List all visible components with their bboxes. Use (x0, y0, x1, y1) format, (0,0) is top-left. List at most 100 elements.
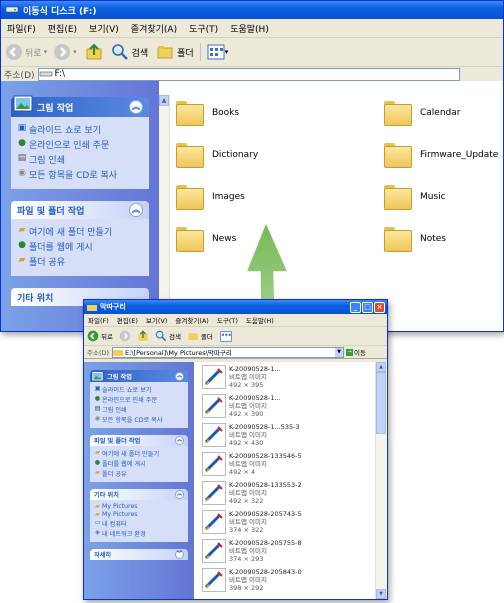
file-tasks-panel: 파일 및 폴더 작업 ︽ ▰ 여기에 새 폴더 만들기 ● 폴더를 웹에 게시 ▰ 폴… (90, 435, 188, 482)
file-item[interactable]: K-20090528-133553-2 비트맵 이미지 492 × 322 (202, 481, 302, 505)
globe-icon: ● (18, 240, 26, 250)
task-copy-to-cd[interactable]: ◉ 모든 항목을 CD로 복사 (93, 415, 185, 424)
scroll-up-button[interactable]: ▲ (159, 95, 169, 106)
menu-file[interactable]: 파일(F) (84, 315, 113, 325)
folder-item[interactable]: Books (176, 100, 239, 126)
file-item[interactable]: K-20090528-1... 비트맵 이미지 492 × 390 (202, 394, 281, 418)
minimize-button[interactable]: _ (350, 301, 361, 313)
maximize-button[interactable]: □ (362, 301, 373, 313)
folder-item[interactable]: Dictionary (176, 142, 258, 168)
folder-item[interactable]: Calendar (384, 100, 460, 126)
task-order-prints[interactable]: ● 온라인으로 인쇄 주문 (15, 138, 145, 151)
place-my-pictures-2[interactable]: ▰ My Pictures (93, 511, 185, 518)
task-publish-web[interactable]: ● 폴더를 웹에 게시 (15, 240, 145, 253)
menu-edit[interactable]: 편집(E) (42, 22, 83, 35)
collapse-icon[interactable]: ︽ (175, 490, 184, 499)
folder-item[interactable]: News (176, 226, 236, 252)
task-print[interactable]: ▤ 그림 인쇄 (15, 153, 145, 166)
forward-arrow-icon (119, 330, 131, 342)
file-item[interactable]: K-20090528-205743-5 비트맵 이미지 374 × 322 (202, 510, 302, 534)
up-folder-button[interactable] (85, 43, 103, 61)
forward-button[interactable]: ▾ (53, 43, 77, 61)
collapse-icon[interactable]: ︽ (129, 100, 143, 114)
file-dimensions: 374 × 322 (229, 526, 264, 534)
file-item[interactable]: K-20090528-1... 비트맵 이미지 492 × 395 (202, 365, 281, 389)
details-header[interactable]: 자세히 ︾ (90, 549, 188, 560)
menu-help[interactable]: 도움말(H) (242, 315, 278, 325)
scroll-down-button[interactable]: ▼ (376, 589, 386, 599)
search-button[interactable]: 검색 (111, 43, 148, 61)
menu-view[interactable]: 보기(V) (83, 22, 125, 35)
task-copy-to-cd[interactable]: ◉ 모든 항목을 CD로 복사 (15, 168, 145, 181)
main-title-bar[interactable]: 이동식 디스크 (F:) (1, 1, 503, 19)
globe-icon: ● (94, 459, 101, 466)
place-network[interactable]: ◈ 내 네트워크 환경 (93, 529, 185, 538)
picture-tasks-header[interactable]: 그림 작업 ︽ (11, 95, 149, 117)
file-tasks-header[interactable]: 파일 및 폴더 작업 ︽ (11, 201, 149, 219)
go-button[interactable]: → 이동 (346, 347, 366, 357)
task-slideshow[interactable]: ▣ 슬라이드 쇼로 보기 (93, 385, 185, 394)
collapse-icon[interactable]: ︽ (129, 203, 143, 217)
file-item[interactable]: K-20090528-133546-5 비트맵 이미지 492 × 4 (202, 452, 302, 476)
folder-item[interactable]: Images (176, 184, 245, 210)
folders-label: 폴더 (177, 48, 194, 59)
bitmap-file-icon (202, 510, 226, 534)
address-label: 주소(D) (4, 70, 35, 81)
menu-tools[interactable]: 도구(T) (213, 315, 242, 325)
task-share-folder[interactable]: ▰ 폴더 공유 (93, 469, 185, 478)
file-tasks-header[interactable]: 파일 및 폴더 작업 ︽ (90, 435, 188, 446)
task-new-folder[interactable]: ▰ 여기에 새 폴더 만들기 (15, 225, 145, 238)
place-my-computer[interactable]: ▭ 내 컴퓨터 (93, 519, 185, 528)
address-field[interactable]: E:\[Personal]\My Pictures\막따구리 (112, 346, 345, 358)
views-button[interactable]: ▾ (207, 44, 228, 60)
new-folder-icon: ▰ (18, 225, 26, 235)
folders-button[interactable]: 폴더 (187, 330, 213, 342)
task-order-prints[interactable]: ● 온라인으로 인쇄 주문 (93, 395, 185, 404)
task-print[interactable]: ▤ 그림 인쇄 (93, 405, 185, 414)
search-button[interactable]: 검색 (155, 330, 181, 342)
folder-item[interactable]: Notes (384, 226, 446, 252)
menu-file[interactable]: 파일(F) (1, 22, 42, 35)
back-button[interactable]: 뒤로 ▾ (5, 43, 47, 61)
menu-favorites[interactable]: 즐겨찾기(A) (125, 22, 183, 35)
sub-title-bar[interactable]: 막따구리 _ □ × (84, 300, 387, 314)
main-scrollbar[interactable]: ▲ (159, 95, 170, 331)
close-button[interactable]: × (374, 301, 385, 313)
address-field[interactable]: F:\ (37, 67, 460, 81)
file-type: 비트맵 이미지 (229, 431, 267, 439)
folder-item[interactable]: Music (384, 184, 446, 210)
bitmap-file-icon (202, 452, 226, 476)
picture-tasks-icon (13, 95, 33, 112)
menu-help[interactable]: 도움말(H) (224, 22, 275, 35)
scroll-up-button[interactable]: ▲ (376, 362, 386, 372)
task-slideshow[interactable]: ▣ 슬라이드 쇼로 보기 (15, 123, 145, 136)
collapse-icon[interactable]: ︽ (175, 371, 184, 381)
menu-view[interactable]: 보기(V) (142, 315, 171, 325)
new-folder-icon: ▰ (95, 449, 100, 456)
menu-edit[interactable]: 편집(E) (113, 315, 142, 325)
picture-tasks-header[interactable]: 그림 작업 ︽ (90, 370, 188, 382)
expand-icon[interactable]: ︾ (175, 550, 184, 559)
place-my-pictures[interactable]: ▰ My Pictures (93, 503, 185, 510)
menu-tools[interactable]: 도구(T) (183, 22, 224, 35)
file-type: 비트맵 이미지 (229, 489, 267, 497)
other-places-header[interactable]: 기타 위치 ︽ (90, 489, 188, 500)
task-new-folder[interactable]: ▰ 여기에 새 폴더 만들기 (93, 449, 185, 458)
file-item[interactable]: K-20090528-205843-0 비트맵 이미지 398 × 292 (202, 568, 302, 592)
address-dropdown[interactable]: ▼ (335, 347, 344, 357)
views-button[interactable] (219, 330, 233, 342)
collapse-icon[interactable]: ︽ (175, 436, 184, 445)
back-button[interactable]: 뒤로 (87, 330, 113, 342)
task-share-folder[interactable]: ▰ 폴더 공유 (15, 255, 145, 268)
up-folder-button[interactable] (137, 330, 149, 342)
scroll-thumb[interactable] (376, 372, 386, 434)
menu-favorites[interactable]: 즐겨찾기(A) (171, 315, 212, 325)
picture-tasks-panel: 그림 작업 ︽ ▣ 슬라이드 쇼로 보기 ● 온라인으로 인쇄 주문 ▤ 그림 인쇄 … (90, 370, 188, 428)
folder-item[interactable]: Firmware_Update (384, 142, 498, 168)
task-publish-web[interactable]: ● 폴더를 웹에 게시 (93, 459, 185, 468)
sub-scrollbar[interactable]: ▲ ▼ (375, 362, 386, 599)
file-item[interactable]: K-20090528-205755-8 비트맵 이미지 374 × 293 (202, 539, 302, 563)
file-item[interactable]: K-20090528-1...535-3 비트맵 이미지 492 × 430 (202, 423, 300, 447)
forward-button[interactable] (119, 330, 131, 342)
folders-button[interactable]: 폴더 (156, 43, 194, 61)
